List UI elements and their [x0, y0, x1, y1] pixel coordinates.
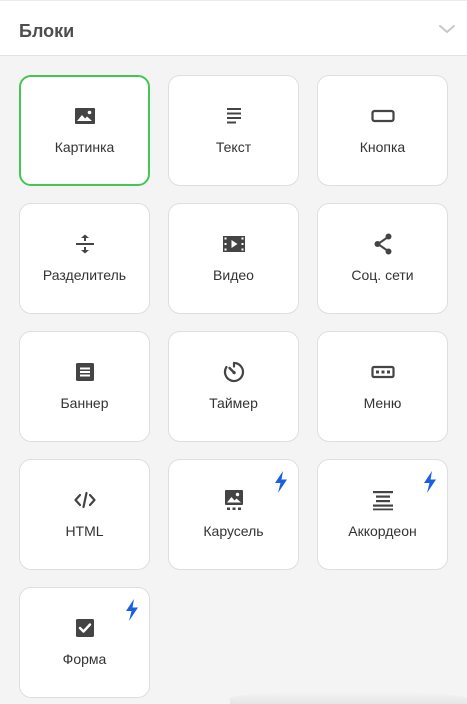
- divider-icon: [73, 232, 97, 256]
- share-icon: [371, 232, 395, 256]
- panel-title: Блоки: [19, 21, 75, 41]
- banner-icon: [73, 360, 97, 384]
- form-checkbox-icon: [73, 616, 97, 640]
- menu-icon: [370, 360, 395, 384]
- scroll-shadow: [230, 692, 467, 704]
- block-tile-menu[interactable]: Меню: [317, 331, 448, 442]
- code-icon: [73, 488, 97, 512]
- timer-icon: [222, 360, 246, 384]
- block-tile-accordion[interactable]: Аккордеон: [317, 459, 448, 570]
- block-label: Форма: [62, 651, 107, 667]
- block-tile-social[interactable]: Соц. сети: [317, 203, 448, 314]
- block-tile-button[interactable]: Кнопка: [317, 75, 448, 186]
- text-icon: [222, 104, 246, 128]
- block-tile-text[interactable]: Текст: [168, 75, 299, 186]
- block-tile-image[interactable]: Картинка: [19, 75, 150, 186]
- block-label: Соц. сети: [351, 267, 414, 283]
- block-label: Кнопка: [359, 139, 406, 155]
- lightning-bolt-icon: [422, 471, 438, 493]
- block-tile-form[interactable]: Форма: [19, 587, 150, 698]
- block-tile-carousel[interactable]: Карусель: [168, 459, 299, 570]
- image-icon: [73, 104, 97, 128]
- carousel-icon: [222, 488, 246, 512]
- block-tile-divider[interactable]: Разделитель: [19, 203, 150, 314]
- block-label: Видео: [213, 267, 254, 283]
- block-label: Карусель: [203, 523, 264, 539]
- block-tile-video[interactable]: Видео: [168, 203, 299, 314]
- block-label: Таймер: [209, 395, 258, 411]
- block-label: Разделитель: [42, 267, 127, 283]
- block-tile-banner[interactable]: Баннер: [19, 331, 150, 442]
- block-label: Баннер: [60, 395, 109, 411]
- button-icon: [370, 104, 395, 128]
- accordion-icon: [371, 488, 395, 512]
- block-label: Аккордеон: [348, 523, 417, 539]
- lightning-bolt-icon: [124, 599, 140, 621]
- block-label: Картинка: [54, 139, 115, 155]
- block-label: Текст: [215, 139, 252, 155]
- blocks-panel-header[interactable]: Блоки: [0, 0, 467, 56]
- video-icon: [222, 232, 246, 256]
- block-tile-timer[interactable]: Таймер: [168, 331, 299, 442]
- chevron-down-icon[interactable]: [437, 19, 457, 39]
- block-label: Меню: [363, 395, 402, 411]
- lightning-bolt-icon: [273, 471, 289, 493]
- block-label: HTML: [65, 523, 104, 539]
- block-tile-html[interactable]: HTML: [19, 459, 150, 570]
